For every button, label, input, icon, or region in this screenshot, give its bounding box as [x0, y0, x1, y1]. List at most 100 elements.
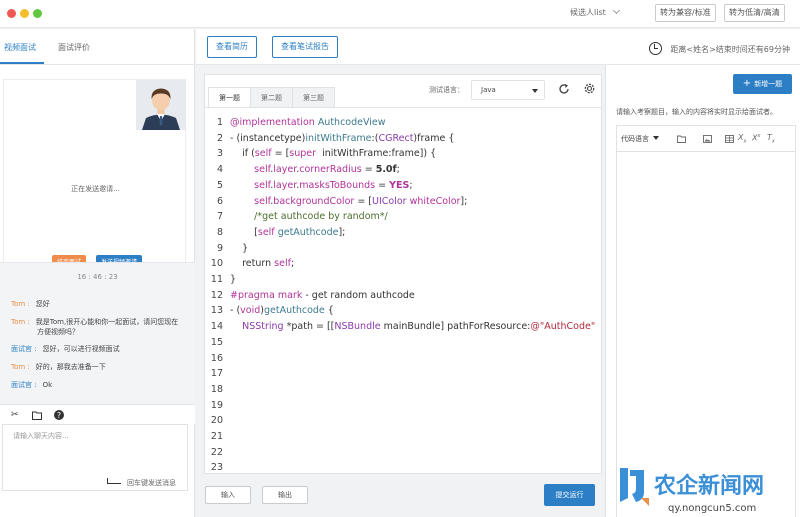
settings-icon[interactable] [583, 82, 596, 95]
code-line: 6 self.backgroundColor = [UIColor whiteC… [216, 195, 468, 207]
chat-message: Tom : 我是Tom,很开心能和你一起面试，请问您现在方便视频吗？ [11, 317, 181, 337]
refresh-icon[interactable] [558, 83, 570, 95]
clear-format-icon[interactable]: Tx [767, 133, 775, 145]
question-editor[interactable]: 代码语言 Xx Xx Tx [616, 125, 796, 517]
left-panel: 视频面试 面试评价 正在发送邀请... 结束面试 发送视频邀请 16 : 46 … [0, 29, 195, 517]
chat-text: 您好，可以进行视频面试 [42, 345, 120, 353]
code-line: 8 [self getAuthcode]; [216, 226, 346, 238]
code-line: 20 [210, 415, 223, 427]
chat-message: Tom : 您好 [11, 299, 50, 309]
code-line: 22 [210, 446, 223, 458]
send-hint-text: 回车键发送消息 [127, 479, 176, 487]
middle-toolbar: 查看简历 查看笔试报告 距离<姓名>结束时间还有69分钟 [196, 29, 800, 65]
send-hint: 回车键发送消息 [107, 478, 176, 488]
submit-run-button[interactable]: 提交运行 [544, 484, 595, 506]
chat-text: 我是Tom,很开心能和你一起面试，请问您现在方便视频吗？ [35, 318, 179, 336]
countdown-timer: 距离<姓名>结束时间还有69分钟 [649, 39, 790, 55]
timer-text: 距离<姓名>结束时间还有69分钟 [670, 45, 790, 54]
code-line: 17 [210, 368, 223, 380]
scissors-icon[interactable]: ✂ [11, 410, 19, 420]
language-value: Java [481, 86, 496, 94]
watermark-text: 农企新闻网 [653, 473, 764, 499]
candidate-select-label: 候选人list [570, 8, 606, 17]
caret-down-icon [653, 136, 659, 140]
image-icon[interactable] [703, 135, 712, 143]
tab-video-interview[interactable]: 视频面试 [4, 42, 36, 53]
caret-down-icon [532, 89, 538, 93]
chevron-down-icon [612, 6, 620, 15]
chat-text: 您好 [35, 300, 50, 308]
add-question-label: 新增一题 [754, 80, 783, 88]
code-line: 11} [210, 274, 237, 285]
chat-text: Ok [42, 381, 53, 389]
clock-icon [649, 42, 663, 55]
code-line: 12 #pragma mark - get random authcode [210, 289, 415, 301]
rich-text-toolbar: 代码语言 Xx Xx Tx [617, 126, 795, 152]
table-icon[interactable] [725, 135, 734, 143]
watermark-logo: 农企新闻网 qy.nongcun5.com [620, 468, 764, 514]
code-line: 14 NSString *path = [[NSBundle mainBundl… [210, 321, 596, 333]
code-line: 3 if (self = [super initWithFrame:frame]… [216, 148, 437, 160]
code-line: 19 [210, 399, 223, 411]
code-editor-panel: 第一题 第二题 第三题 测试语言： Java 1 @implementation … [204, 74, 602, 474]
subscript-icon[interactable]: Xx [738, 133, 746, 145]
video-area: 正在发送邀请... 结束面试 发送视频邀请 [3, 79, 186, 279]
tab-question-3[interactable]: 第三题 [292, 87, 335, 107]
tab-question-1[interactable]: 第一题 [208, 87, 251, 108]
chat-message: 面试官 : 您好，可以进行视频面试 [11, 344, 120, 354]
chat-toolbar: ✂ ? [0, 404, 195, 424]
code-line: 23 [210, 462, 223, 474]
title-bar: 候选人list 转为兼容/标准 转为低清/高清 [0, 0, 800, 28]
question-hint: 请输入考察题目，输入的内容将实时显示给面试者。 [616, 108, 777, 116]
folder-icon[interactable] [32, 411, 42, 420]
avatar-icon [136, 80, 186, 130]
code-line: 5 self.layer.masksToBounds = YES; [216, 179, 413, 191]
input-button[interactable]: 输入 [205, 486, 251, 504]
chat-sender: Tom : [11, 318, 30, 326]
folder-icon[interactable] [677, 135, 686, 143]
code-line: 2- (instancetype)initWithFrame:(CGRect)f… [216, 132, 455, 144]
enter-icon [107, 478, 121, 484]
language-select[interactable]: Java [471, 80, 545, 100]
code-line: 4 self.layer.cornerRadius = 5.0f; [216, 164, 400, 176]
help-icon[interactable]: ? [54, 410, 64, 420]
code-line: 1 @implementation AuthcodeView [216, 117, 386, 128]
switch-compat-button[interactable]: 转为兼容/标准 [655, 4, 716, 22]
svg-text:?: ? [57, 411, 61, 420]
tabs-divider [205, 107, 601, 108]
camera-preview [136, 80, 186, 130]
code-language-select[interactable]: 代码语言 [621, 134, 659, 144]
chat-text: 好的，那我去准备一下 [35, 363, 106, 371]
close-window-button[interactable] [7, 9, 16, 18]
code-line: 7 /*get authcode by random*/ [216, 211, 388, 223]
active-tab-indicator [0, 62, 44, 64]
output-button[interactable]: 输出 [262, 486, 308, 504]
language-label: 测试语言： [429, 86, 464, 94]
view-resume-button[interactable]: 查看简历 [207, 36, 257, 58]
maximize-window-button[interactable] [33, 9, 42, 18]
code-line: 18 [210, 383, 223, 395]
add-question-button[interactable]: + 新增一题 [733, 74, 792, 94]
chat-input-placeholder: 请输入聊天内容... [13, 432, 69, 440]
chat-sender: 面试官 : [11, 381, 37, 389]
minimize-window-button[interactable] [20, 9, 29, 18]
switch-quality-button[interactable]: 转为低清/高清 [724, 4, 785, 22]
view-written-report-button[interactable]: 查看笔试报告 [272, 36, 338, 58]
code-language-label: 代码语言 [621, 135, 649, 143]
code-line: 15 [210, 336, 223, 348]
code-line: 10 return self; [210, 258, 295, 270]
superscript-icon[interactable]: Xx [752, 133, 760, 143]
chat-sender: 面试官 : [11, 345, 37, 353]
tab-question-2[interactable]: 第二题 [250, 87, 293, 107]
chat-sender: Tom : [11, 300, 30, 308]
chat-message: 面试官 : Ok [11, 380, 52, 390]
chat-message: Tom : 好的，那我去准备一下 [11, 362, 106, 372]
watermark: 农企新闻网 qy.nongcun5.com [614, 462, 800, 517]
plus-icon: + [742, 78, 752, 89]
candidate-select[interactable]: 候选人list [570, 6, 620, 18]
code-line: 21 [210, 431, 223, 442]
video-status-text: 正在发送邀请... [71, 185, 120, 193]
chat-timestamp: 16 : 46 : 23 [77, 273, 118, 281]
tab-interview-evaluation[interactable]: 面试评价 [58, 42, 90, 53]
code-line: 13- (void)getAuthcode { [210, 305, 334, 317]
